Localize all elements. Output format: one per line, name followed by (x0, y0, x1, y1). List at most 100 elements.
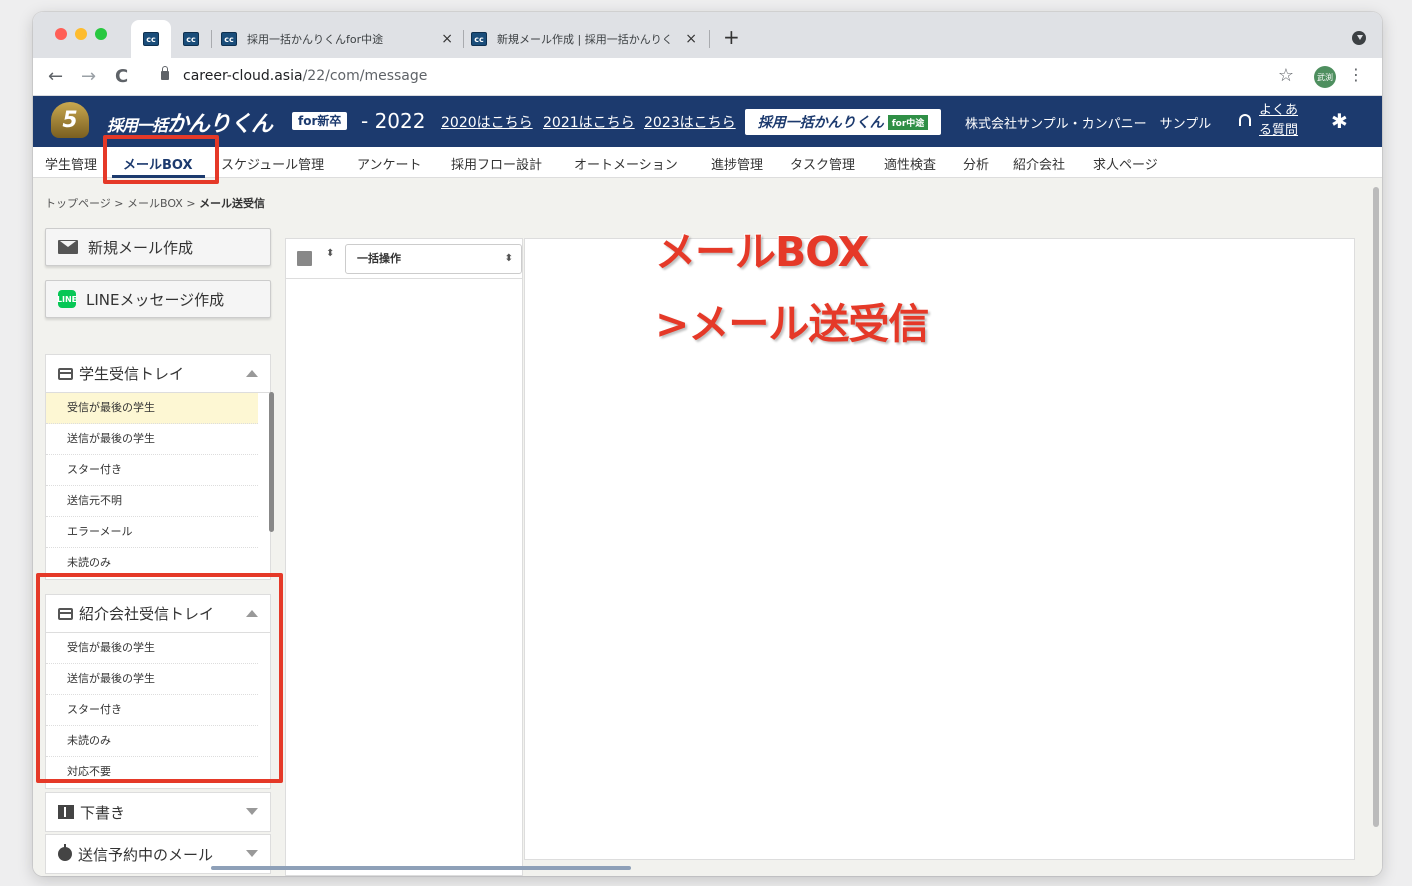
mail-list-toolbar: ⬍ 一括操作 ⬍ (286, 239, 522, 279)
reload-button[interactable]: C (115, 66, 128, 87)
scheduled-title: 送信予約中のメール (78, 845, 214, 864)
bookmark-star-icon[interactable]: ☆ (1278, 65, 1294, 86)
new-mail-label: 新規メール作成 (88, 238, 194, 257)
app-favicon-icon: cc (471, 32, 487, 46)
new-line-label: LINEメッセージ作成 (86, 290, 225, 309)
new-tab-button[interactable]: + (723, 25, 740, 49)
tab-separator (463, 30, 464, 48)
highlight-agency-inbox (36, 573, 283, 783)
close-window-button[interactable] (55, 28, 67, 40)
tab-close-icon[interactable]: × (685, 31, 697, 47)
gear-icon[interactable]: ✱ (1331, 109, 1348, 133)
nav-item-survey[interactable]: アンケート (357, 154, 421, 173)
student-inbox-item[interactable]: スター付き (46, 455, 258, 486)
nav-item-automation[interactable]: オートメーション (574, 154, 678, 173)
collapse-icon[interactable] (246, 370, 258, 377)
student-inbox-title: 学生受信トレイ (79, 365, 185, 383)
timer-icon (58, 844, 72, 861)
app-favicon-icon: cc (183, 32, 199, 46)
nav-item-students[interactable]: 学生管理 (45, 154, 97, 173)
bulk-action-select[interactable]: 一括操作 ⬍ (345, 244, 522, 274)
student-inbox-item[interactable]: エラーメール (46, 517, 258, 548)
drafts-icon (58, 805, 74, 819)
app-logo[interactable]: 採用一括かんりくん (107, 106, 273, 138)
lock-icon[interactable] (161, 66, 169, 80)
nav-item-schedule[interactable]: スケジュール管理 (221, 154, 324, 173)
company-name[interactable]: 株式会社サンプル・カンパニー サンプル (965, 113, 1223, 132)
mail-detail-pane (524, 238, 1355, 860)
sort-icon[interactable]: ⬍ (326, 249, 334, 259)
highlight-mailbox-tab (103, 135, 219, 184)
page-scrollbar[interactable] (1373, 187, 1379, 827)
breadcrumb-current: メール送受信 (199, 197, 266, 210)
tab-title: 新規メール作成 | 採用一括かんりく (497, 33, 673, 46)
app-favicon-icon: cc (143, 32, 159, 46)
year-link-2020[interactable]: 2020はこちら (441, 112, 533, 132)
anniversary-badge: 5 (51, 102, 89, 138)
tab-search-icon[interactable] (1352, 31, 1366, 45)
annotation-line-1: メールBOX (655, 228, 869, 276)
tab-strip: cc cc cc 採用一括かんりくんfor中途 × cc 新規メール作成 | 採… (33, 12, 1382, 58)
logo-year: - 2022 (361, 109, 426, 133)
line-icon: LINE (57, 290, 77, 308)
expand-icon[interactable] (246, 850, 258, 857)
new-line-message-button[interactable]: LINE LINEメッセージ作成 (45, 280, 271, 318)
forward-button[interactable]: → (81, 66, 96, 87)
nav-item-progress[interactable]: 進捗管理 (711, 154, 763, 173)
inbox-icon (58, 367, 73, 380)
drafts-header[interactable]: 下書き (46, 793, 270, 831)
browser-tab[interactable]: cc (131, 20, 171, 58)
mail-list-column: ⬍ 一括操作 ⬍ (285, 238, 523, 876)
app-header: 5 採用一括かんりくん for新卒 - 2022 2020はこちら 2021はこ… (33, 96, 1382, 147)
year-link-2021[interactable]: 2021はこちら (543, 112, 635, 132)
year-link-2023[interactable]: 2023はこちら (644, 112, 736, 132)
breadcrumb-separator: > (114, 197, 124, 210)
mid-career-app-link[interactable]: 採用一括かんりくん for中途 (745, 109, 941, 135)
logo-text-a: 採用一括 (107, 116, 168, 135)
faq-link[interactable]: よくある質問 (1259, 101, 1309, 141)
select-all-checkbox[interactable] (297, 251, 312, 266)
drafts-title: 下書き (80, 803, 126, 822)
browser-toolbar: ← → C career-cloud.asia/22/com/message ☆… (33, 58, 1382, 96)
bulk-action-label: 一括操作 (357, 252, 401, 265)
tab-separator (211, 30, 212, 48)
nav-item-tasks[interactable]: タスク管理 (790, 154, 855, 173)
address-bar[interactable]: career-cloud.asia/22/com/message (183, 68, 427, 84)
nav-item-job-page[interactable]: 求人ページ (1093, 154, 1158, 173)
breadcrumb-mailbox[interactable]: メールBOX (127, 197, 183, 210)
minimize-window-button[interactable] (75, 28, 87, 40)
tab-title: 採用一括かんりくんfor中途 (247, 33, 384, 46)
student-inbox-item[interactable]: 送信が最後の学生 (46, 424, 258, 455)
new-mail-button[interactable]: 新規メール作成 (45, 228, 271, 266)
horizontal-scrollbar[interactable] (211, 866, 631, 870)
nav-item-flow[interactable]: 採用フロー設計 (451, 154, 542, 173)
student-inbox-panel: 学生受信トレイ 受信が最後の学生 送信が最後の学生 スター付き 送信元不明 エラ… (45, 354, 271, 580)
logo-text-b: かんりくん (167, 112, 273, 137)
url-path: /22/com/message (302, 68, 428, 84)
back-button[interactable]: ← (48, 66, 63, 87)
browser-menu-icon[interactable]: ⋮ (1348, 65, 1364, 84)
tab-separator (709, 30, 710, 48)
expand-icon[interactable] (246, 808, 258, 815)
browser-tab[interactable]: cc 採用一括かんりくんfor中途 × (219, 20, 463, 58)
annotation-line-2: >メール送受信 (655, 300, 929, 348)
student-inbox-item[interactable]: 送信元不明 (46, 486, 258, 517)
browser-tab[interactable]: cc 新規メール作成 | 採用一括かんりく × (469, 20, 707, 58)
browser-tab[interactable]: cc (173, 20, 209, 58)
alt-logo-tag: for中途 (887, 114, 929, 130)
nav-item-analysis[interactable]: 分析 (963, 154, 989, 173)
student-inbox-item[interactable]: 受信が最後の学生 (46, 393, 258, 424)
browser-window: cc cc cc 採用一括かんりくんfor中途 × cc 新規メール作成 | 採… (33, 12, 1382, 876)
tab-close-icon[interactable]: × (441, 31, 453, 47)
profile-avatar[interactable]: 武渕 (1314, 66, 1336, 88)
student-inbox-header[interactable]: 学生受信トレイ (46, 355, 270, 393)
nav-item-agency[interactable]: 紹介会社 (1013, 154, 1065, 173)
select-arrow-icon: ⬍ (504, 253, 513, 264)
breadcrumb-top[interactable]: トップページ (45, 197, 111, 210)
nav-item-aptitude[interactable]: 適性検査 (884, 154, 936, 173)
maximize-window-button[interactable] (95, 28, 107, 40)
sidebar-scrollbar[interactable] (269, 392, 274, 532)
alt-logo-text: 採用一括かんりくん (757, 115, 884, 131)
breadcrumb: トップページ > メールBOX > メール送受信 (45, 195, 265, 211)
app-favicon-icon: cc (221, 32, 237, 46)
